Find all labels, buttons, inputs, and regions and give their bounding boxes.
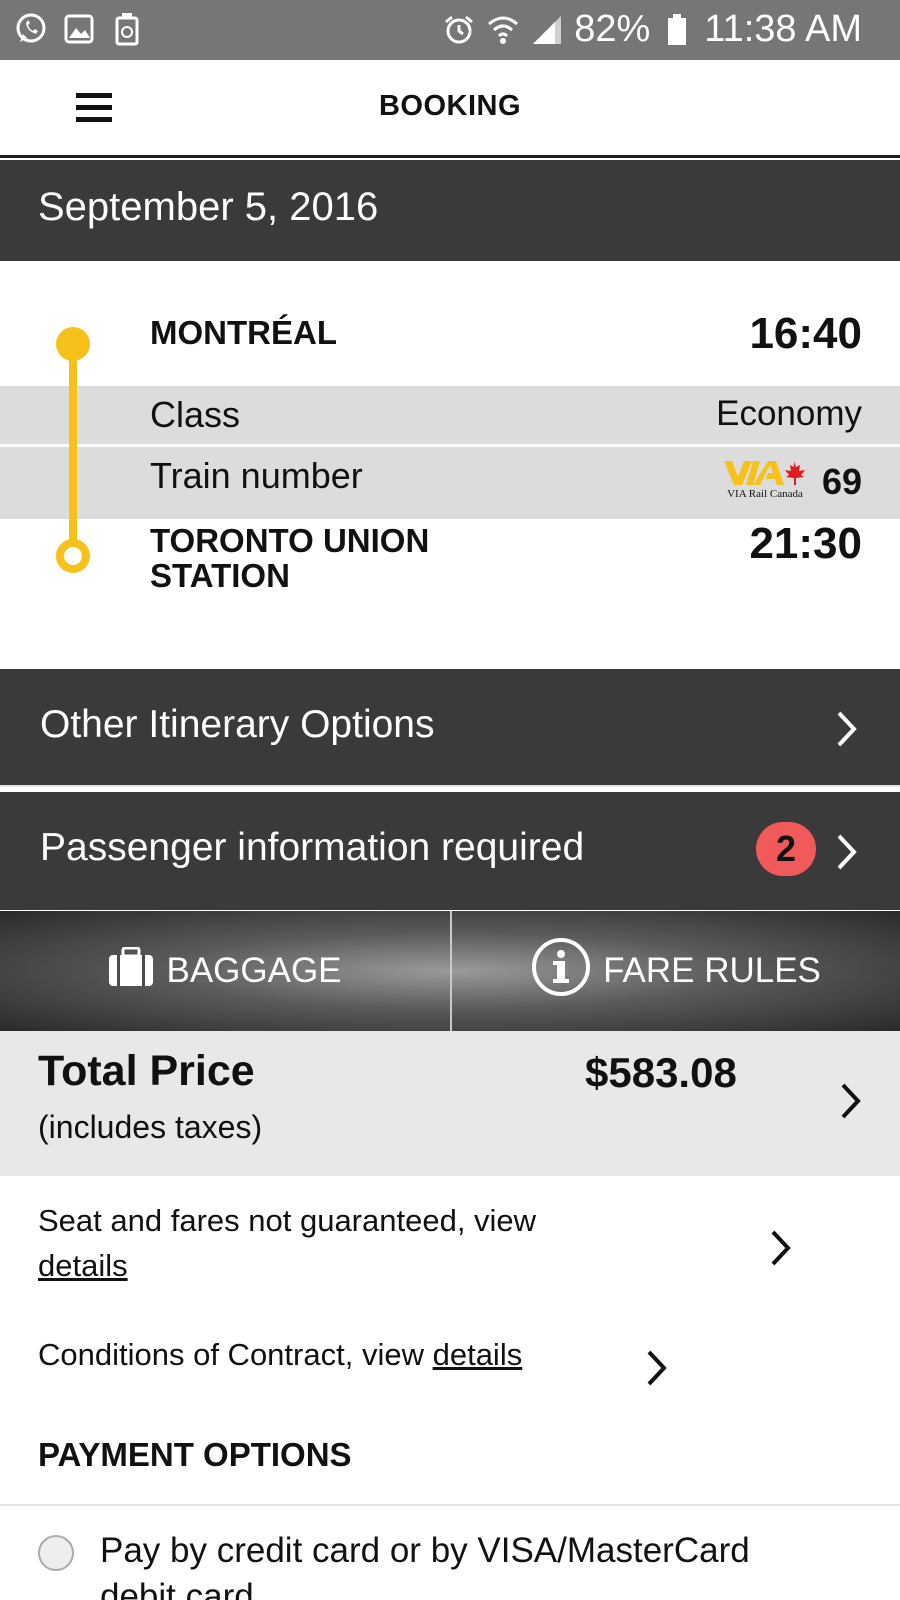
timeline-line bbox=[69, 339, 77, 549]
app-header: BOOKING bbox=[0, 60, 900, 158]
clock: 11:38 AM bbox=[704, 8, 862, 50]
train-number-row: Train number VIA Rail Canada 69 bbox=[0, 447, 900, 519]
svg-text:VIA Rail Canada: VIA Rail Canada bbox=[727, 488, 803, 500]
suitcase-icon bbox=[108, 946, 154, 996]
other-itinerary-options-row[interactable]: Other Itinerary Options bbox=[0, 669, 900, 787]
class-value: Economy bbox=[716, 394, 862, 433]
class-row: Class Economy bbox=[0, 386, 900, 444]
train-number: 69 bbox=[821, 461, 862, 502]
passenger-information-row[interactable]: Passenger information required 2 bbox=[0, 792, 900, 910]
fare-rules-button[interactable]: FARE RULES bbox=[450, 911, 900, 1031]
seat-fares-notice: Seat and fares not guaranteed, view deta… bbox=[38, 1198, 618, 1288]
chevron-right-icon bbox=[832, 709, 862, 749]
passenger-information-label: Passenger information required bbox=[40, 826, 585, 869]
conditions-text: Conditions of Contract, view bbox=[38, 1337, 424, 1372]
conditions-details-link[interactable]: details bbox=[433, 1337, 523, 1372]
baggage-label: BAGGAGE bbox=[166, 951, 342, 990]
via-rail-logo: VIA Rail Canada bbox=[722, 459, 808, 501]
arrival-row: TORONTO UNION STATION 21:30 bbox=[0, 519, 900, 613]
baggage-button[interactable]: BAGGAGE bbox=[0, 911, 450, 1031]
conditions-notice: Conditions of Contract, view details bbox=[38, 1332, 638, 1377]
departure-station: MONTRÉAL bbox=[150, 314, 337, 351]
battery-icon bbox=[660, 12, 694, 48]
payment-options-title: PAYMENT OPTIONS bbox=[38, 1436, 352, 1473]
credit-card-radio[interactable] bbox=[38, 1535, 74, 1571]
total-price-title: Total Price bbox=[38, 1047, 255, 1095]
date-bar: September 5, 2016 bbox=[0, 160, 900, 261]
arrival-station-line2: STATION bbox=[150, 557, 290, 594]
departure-time: 16:40 bbox=[749, 309, 862, 358]
battery-percentage: 82% bbox=[574, 8, 651, 50]
seat-fares-details-link[interactable]: details bbox=[38, 1248, 128, 1283]
wifi-icon bbox=[486, 12, 520, 48]
chevron-right-icon bbox=[836, 1081, 866, 1121]
info-icon bbox=[531, 937, 591, 1006]
arrival-station-line1: TORONTO UNION bbox=[150, 522, 430, 559]
gallery-icon bbox=[62, 12, 96, 46]
status-bar: 82% 11:38 AM bbox=[0, 0, 900, 60]
signal-icon bbox=[530, 12, 564, 48]
chevron-right-icon bbox=[832, 832, 862, 872]
alarm-icon bbox=[442, 12, 476, 48]
arrival-station: TORONTO UNION STATION bbox=[150, 523, 429, 593]
itinerary-card: Class Economy Train number VIA Rail Cana… bbox=[0, 261, 900, 669]
page-title: BOOKING bbox=[378, 90, 522, 122]
total-price-amount: $583.08 bbox=[585, 1049, 737, 1096]
departure-dot bbox=[56, 327, 90, 361]
arrival-dot bbox=[56, 539, 90, 573]
departure-row: MONTRÉAL 16:40 bbox=[0, 309, 900, 375]
fare-rules-label: FARE RULES bbox=[603, 951, 821, 990]
divider bbox=[0, 1504, 900, 1506]
travel-date: September 5, 2016 bbox=[38, 185, 379, 229]
arrival-time: 21:30 bbox=[749, 519, 862, 568]
total-price-subtitle: (includes taxes) bbox=[38, 1109, 263, 1145]
chevron-right-icon[interactable] bbox=[766, 1228, 796, 1268]
train-number-label: Train number bbox=[150, 455, 363, 496]
class-label: Class bbox=[150, 394, 241, 435]
seat-fares-text: Seat and fares not guaranteed, view bbox=[38, 1203, 537, 1238]
total-price-row[interactable]: Total Price (includes taxes) $583.08 bbox=[0, 1031, 900, 1176]
chevron-right-icon[interactable] bbox=[642, 1348, 672, 1388]
recycle-icon bbox=[110, 12, 144, 46]
whatsapp-icon bbox=[14, 12, 48, 46]
passenger-count-badge: 2 bbox=[756, 822, 816, 876]
credit-card-option-label[interactable]: Pay by credit card or by VISA/MasterCard… bbox=[100, 1528, 820, 1600]
info-button-bar: BAGGAGE FARE RULES bbox=[0, 911, 900, 1031]
other-itinerary-options-label: Other Itinerary Options bbox=[40, 703, 435, 746]
